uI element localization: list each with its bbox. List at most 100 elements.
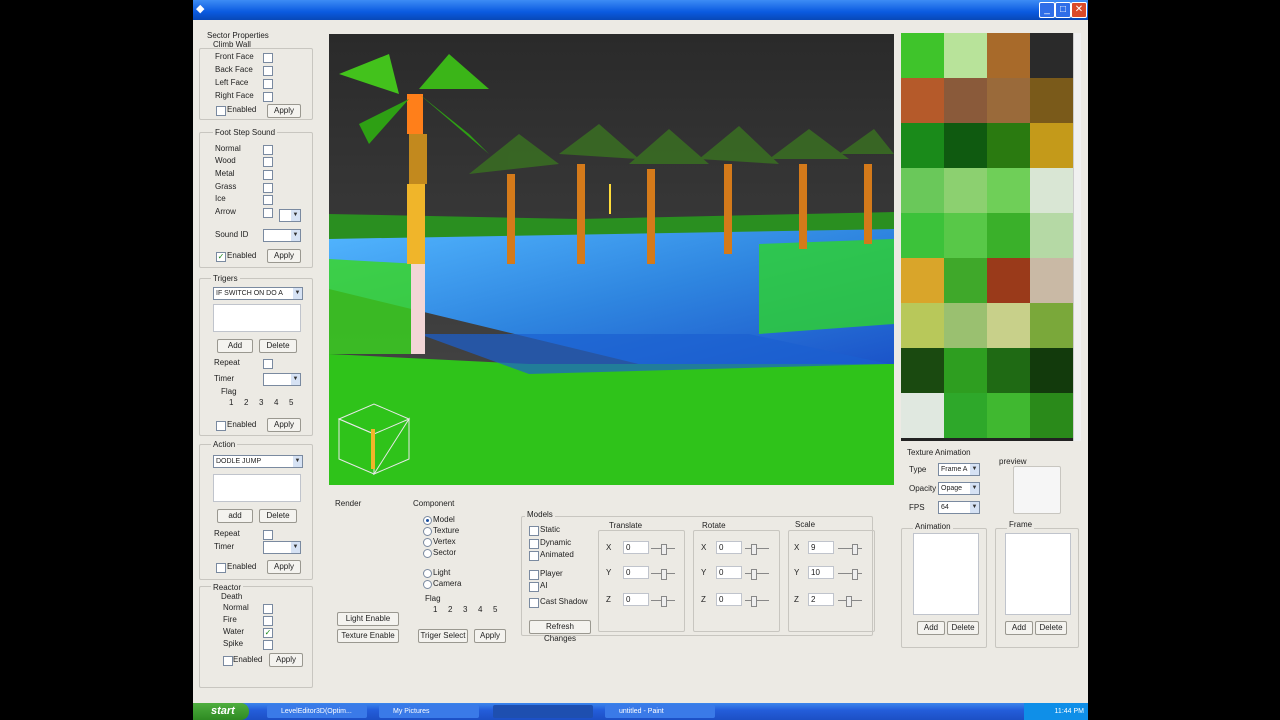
slider-knob[interactable] [661, 596, 667, 607]
animation-delete-button[interactable]: Delete [947, 621, 979, 635]
texture-tile[interactable] [987, 33, 1030, 78]
texture-tile[interactable] [987, 303, 1030, 348]
front-face-checkbox[interactable] [263, 53, 273, 63]
slider-knob[interactable] [661, 569, 667, 580]
component-light-radio[interactable] [423, 569, 432, 578]
component-apply-button[interactable]: Apply [474, 629, 506, 643]
start-button[interactable]: start [193, 703, 249, 720]
rotate-y-input[interactable]: 0 [716, 566, 742, 579]
translate-y-input[interactable]: 0 [623, 566, 649, 579]
trigger-repeat-checkbox[interactable] [263, 359, 273, 369]
texture-tile[interactable] [901, 168, 944, 213]
sound-id-select[interactable]: ▼ [263, 229, 301, 242]
scale-y-slider[interactable] [838, 569, 862, 580]
back-face-checkbox[interactable] [263, 66, 273, 76]
texture-tile[interactable] [1030, 213, 1073, 258]
texture-scrollbar[interactable] [1073, 33, 1081, 441]
reactor-fire-checkbox[interactable] [263, 616, 273, 626]
frame-delete-button[interactable]: Delete [1035, 621, 1067, 635]
texture-tile[interactable] [901, 303, 944, 348]
texture-tile[interactable] [1030, 348, 1073, 393]
animation-list[interactable] [913, 533, 979, 615]
texture-tile[interactable] [1030, 78, 1073, 123]
sector-enabled-checkbox[interactable] [216, 106, 226, 116]
texture-tile[interactable] [987, 78, 1030, 123]
texture-tile[interactable] [901, 348, 944, 393]
rotate-x-input[interactable]: 0 [716, 541, 742, 554]
texture-tile[interactable] [987, 168, 1030, 213]
models-cast-shadow-checkbox[interactable] [529, 598, 539, 608]
flag-number[interactable]: 4 [478, 605, 482, 614]
texture-tile[interactable] [944, 258, 987, 303]
texture-tile[interactable] [944, 303, 987, 348]
reactor-normal-checkbox[interactable] [263, 604, 273, 614]
reactor-water-checkbox[interactable]: ✓ [263, 628, 273, 638]
footstep-normal-checkbox[interactable] [263, 145, 273, 155]
flag-number[interactable]: 3 [463, 605, 467, 614]
translate-z-slider[interactable] [651, 596, 675, 607]
texture-tile[interactable] [987, 258, 1030, 303]
taskbar-item[interactable]: untitled - Paint [605, 705, 715, 718]
viewport-3d[interactable] [329, 34, 894, 485]
animation-add-button[interactable]: Add [917, 621, 945, 635]
texture-tile[interactable] [944, 393, 987, 438]
texture-tile[interactable] [901, 33, 944, 78]
scale-z-slider[interactable] [838, 596, 862, 607]
texture-tile[interactable] [987, 348, 1030, 393]
texture-tile[interactable] [987, 213, 1030, 258]
models-ai-checkbox[interactable] [529, 582, 539, 592]
footstep-arrow-select[interactable]: ▼ [279, 209, 301, 222]
flag-number[interactable]: 5 [289, 398, 293, 407]
texture-tile[interactable] [1030, 168, 1073, 213]
footstep-apply-button[interactable]: Apply [267, 249, 301, 263]
trigger-add-button[interactable]: Add [217, 339, 253, 353]
models-player-checkbox[interactable] [529, 570, 539, 580]
frame-list[interactable] [1005, 533, 1071, 615]
flag-number[interactable]: 1 [229, 398, 233, 407]
translate-z-input[interactable]: 0 [623, 593, 649, 606]
scale-x-input[interactable]: 9 [808, 541, 834, 554]
texture-palette[interactable] [901, 33, 1073, 441]
footstep-arrow-checkbox[interactable] [263, 208, 273, 218]
flag-number[interactable]: 2 [244, 398, 248, 407]
rotate-y-slider[interactable] [745, 569, 769, 580]
footstep-grass-checkbox[interactable] [263, 183, 273, 193]
texture-tile[interactable] [944, 123, 987, 168]
component-model-radio[interactable] [423, 516, 432, 525]
opacity-select[interactable]: Opage ▼ [938, 482, 980, 495]
taskbar-item[interactable]: My Pictures [379, 705, 479, 718]
close-button[interactable]: ✕ [1071, 2, 1087, 18]
flag-number[interactable]: 2 [448, 605, 452, 614]
refresh-changes-button[interactable]: Refresh Changes [529, 620, 591, 643]
light-enable-button[interactable]: Light Enable [337, 612, 399, 626]
flag-number[interactable]: 4 [274, 398, 278, 407]
flag-number[interactable]: 5 [493, 605, 497, 614]
texture-enable-button[interactable]: Texture Enable [337, 629, 399, 643]
footstep-wood-checkbox[interactable] [263, 157, 273, 167]
slider-knob[interactable] [852, 569, 858, 580]
slider-knob[interactable] [751, 544, 757, 555]
texture-tile[interactable] [944, 348, 987, 393]
texture-tile[interactable] [901, 393, 944, 438]
trigger-select[interactable]: IF SWITCH ON DO A ▼ [213, 287, 303, 300]
frame-add-button[interactable]: Add [1005, 621, 1033, 635]
component-camera-radio[interactable] [423, 580, 432, 589]
footstep-enabled-checkbox[interactable]: ✓ [216, 252, 226, 262]
models-static-checkbox[interactable] [529, 526, 539, 536]
texture-tile[interactable] [1030, 258, 1073, 303]
action-delete-button[interactable]: Delete [259, 509, 297, 523]
title-bar[interactable]: ◆ _ □ ✕ [193, 0, 1088, 20]
footstep-metal-checkbox[interactable] [263, 170, 273, 180]
sector-apply-button[interactable]: Apply [267, 104, 301, 118]
models-dynamic-checkbox[interactable] [529, 539, 539, 549]
scale-z-input[interactable]: 2 [808, 593, 834, 606]
trigger-textbox[interactable] [213, 304, 301, 332]
texture-tile[interactable] [901, 213, 944, 258]
fps-select[interactable]: 64 ▼ [938, 501, 980, 514]
texture-tile[interactable] [1030, 33, 1073, 78]
slider-knob[interactable] [852, 544, 858, 555]
texture-tile[interactable] [901, 123, 944, 168]
rotate-z-slider[interactable] [745, 596, 769, 607]
flag-number[interactable]: 3 [259, 398, 263, 407]
rotate-x-slider[interactable] [745, 544, 769, 555]
